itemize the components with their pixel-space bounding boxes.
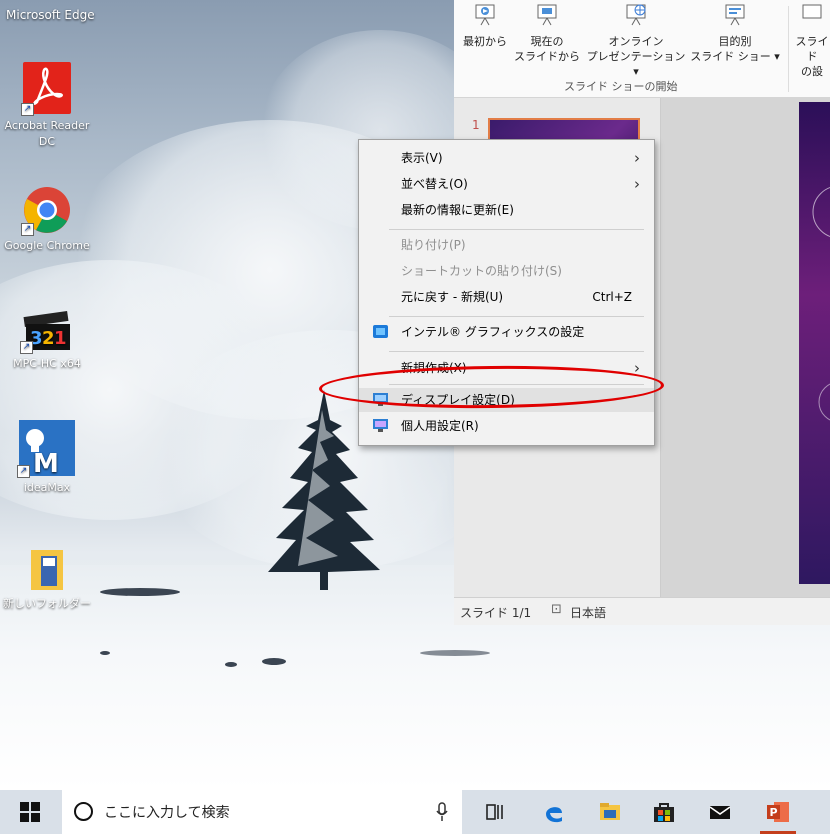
slide-editing-area[interactable] bbox=[661, 98, 830, 598]
menu-item-sort[interactable]: 並べ替え(O) › bbox=[359, 172, 654, 196]
taskbar-search-box[interactable]: ここに入力して検索 bbox=[62, 790, 462, 834]
powerpoint-icon[interactable]: P bbox=[766, 800, 790, 824]
chevron-right-icon: › bbox=[634, 149, 640, 167]
taskbar: ここに入力して検索 P bbox=[0, 790, 830, 834]
menu-item-paste-shortcut[interactable]: ショートカットの貼り付け(S) bbox=[359, 259, 654, 283]
slide-number: 1 bbox=[472, 118, 480, 132]
desktop-icon-label: Acrobat Reader DC bbox=[4, 119, 90, 148]
setup-slideshow-button[interactable]: スライド の設 bbox=[792, 2, 830, 79]
ribbon-separator bbox=[788, 6, 789, 92]
desktop-label-edge[interactable]: Microsoft Edge bbox=[6, 8, 95, 22]
ideamax-icon: M ↗ bbox=[17, 420, 75, 479]
online-presentation-icon bbox=[626, 4, 646, 26]
menu-item-intel-graphics[interactable]: インテル® グラフィックスの設定 bbox=[359, 320, 654, 344]
windows-start-icon[interactable] bbox=[20, 802, 40, 822]
svg-text:2: 2 bbox=[42, 328, 55, 349]
slideshow-from-start-icon bbox=[475, 4, 495, 26]
menu-separator bbox=[389, 351, 644, 352]
desktop-icon-label: Google Chrome bbox=[4, 239, 90, 252]
desktop-icon-label: 新しいフォルダー bbox=[3, 597, 91, 610]
ribbon-slideshow-tab: 最初から 現在の スライドから オンライン プレゼンテーション ▾ 目的別 スラ… bbox=[454, 0, 830, 98]
personalize-icon bbox=[373, 419, 388, 432]
custom-slideshow-icon bbox=[725, 4, 745, 26]
task-view-icon[interactable] bbox=[484, 800, 508, 824]
desktop-icon-mpc-hc[interactable]: 3 2 1 ↗ MPC-HC x64 bbox=[0, 306, 102, 372]
svg-text:1: 1 bbox=[54, 328, 67, 349]
slide-canvas[interactable] bbox=[799, 102, 830, 584]
ribbon-group-label: スライド ショーの開始 bbox=[564, 80, 678, 93]
microphone-icon[interactable] bbox=[436, 802, 448, 822]
custom-slideshow-button[interactable]: 目的別 スライド ショー ▾ bbox=[690, 2, 780, 64]
status-bar: スライド 1/1 ⊡ 日本語 bbox=[454, 597, 830, 625]
desktop-icon-ideamax[interactable]: M ↗ ideaMax bbox=[0, 420, 102, 496]
spellcheck-icon[interactable]: ⊡ bbox=[551, 602, 562, 617]
desktop-icon-chrome[interactable]: ↗ Google Chrome bbox=[0, 186, 102, 254]
edge-icon[interactable] bbox=[542, 800, 566, 824]
file-explorer-icon[interactable] bbox=[598, 800, 622, 824]
shortcut-hint: Ctrl+Z bbox=[592, 290, 632, 304]
chevron-right-icon: › bbox=[634, 175, 640, 193]
menu-separator bbox=[389, 316, 644, 317]
desktop-icon-label: ideaMax bbox=[23, 481, 71, 494]
menu-item-undo[interactable]: 元に戻す - 新規(U) Ctrl+Z bbox=[359, 285, 654, 309]
svg-text:P: P bbox=[770, 806, 778, 819]
chrome-icon: ↗ bbox=[21, 186, 71, 236]
acrobat-icon: ↗ bbox=[21, 62, 71, 116]
mpc-hc-icon: 3 2 1 ↗ bbox=[20, 306, 72, 354]
language-status[interactable]: 日本語 bbox=[570, 604, 606, 621]
online-presentation-button[interactable]: オンライン プレゼンテーション ▾ bbox=[584, 2, 688, 79]
desktop-icon-acrobat[interactable]: ↗ Acrobat Reader DC bbox=[0, 62, 102, 150]
desktop-icon-label: MPC-HC x64 bbox=[13, 357, 81, 370]
menu-item-view[interactable]: 表示(V) › bbox=[359, 146, 654, 170]
slideshow-setup-icon bbox=[802, 4, 822, 19]
store-icon[interactable] bbox=[652, 800, 676, 824]
svg-text:M: M bbox=[33, 449, 59, 476]
search-placeholder: ここに入力して検索 bbox=[104, 805, 230, 821]
folder-icon bbox=[27, 546, 67, 592]
slide-count-status: スライド 1/1 bbox=[460, 606, 532, 620]
intel-graphics-icon bbox=[373, 325, 388, 338]
from-current-slide-button[interactable]: 現在の スライドから bbox=[512, 2, 582, 64]
menu-item-personalize[interactable]: 個人用設定(R) bbox=[359, 414, 654, 438]
menu-separator bbox=[389, 229, 644, 230]
desktop-icon-new-folder[interactable]: 新しいフォルダー bbox=[0, 546, 102, 612]
menu-item-refresh[interactable]: 最新の情報に更新(E) bbox=[359, 198, 654, 222]
slideshow-from-current-icon bbox=[537, 4, 557, 26]
from-beginning-button[interactable]: 最初から bbox=[460, 2, 510, 49]
mail-icon[interactable] bbox=[708, 800, 732, 824]
menu-item-paste[interactable]: 貼り付け(P) bbox=[359, 233, 654, 257]
cortana-icon bbox=[74, 802, 93, 821]
